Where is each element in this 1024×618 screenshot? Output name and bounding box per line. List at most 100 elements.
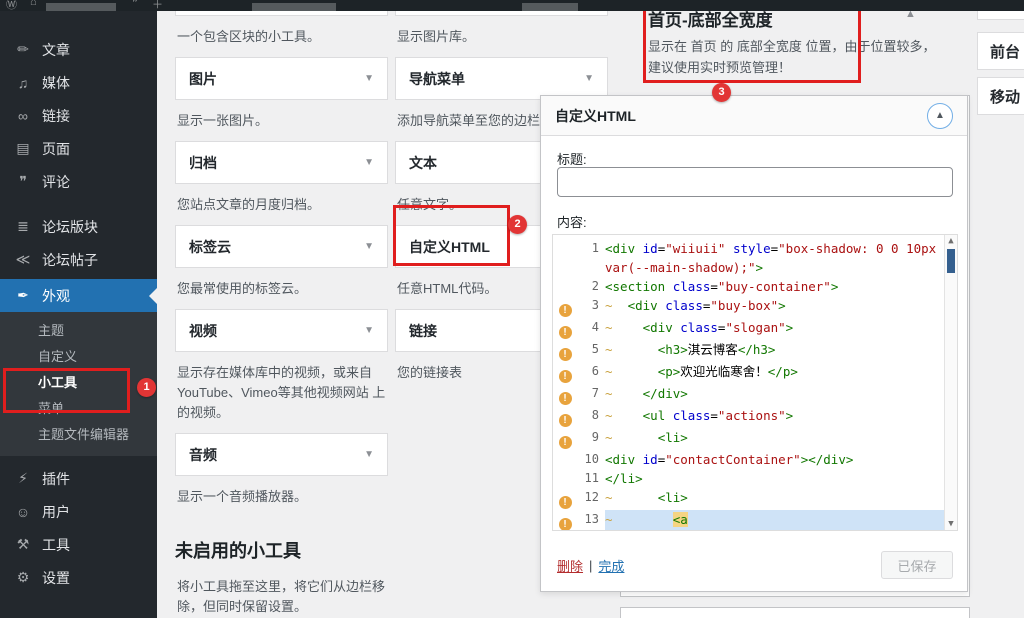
line-number: 12 [577,488,599,507]
submenu-item-customize[interactable]: 自定义 [0,344,157,370]
submenu-item-menus[interactable]: 菜单 [0,396,157,422]
sidebar-item-appearance[interactable]: ✒外观 [0,279,157,312]
code-text[interactable]: ~ <p>欢迎光临寒舍！</p> [605,362,944,384]
menu-top-gap [0,11,157,33]
code-token [613,430,658,445]
sidebar-item-plugins[interactable]: ⚡插件 [0,462,157,495]
code-text[interactable]: ~ <li> [605,428,944,450]
admin-sidebar-menu: ✏文章♫媒体∞链接▤页面❞评论 ≣论坛版块≪论坛帖子✒外观主题自定义小工具菜单主题… [0,11,157,618]
collapse-toggle-button[interactable]: ▲ [927,103,953,129]
sidebar-item-label: 论坛版块 [42,217,98,237]
sidebar-area-front[interactable]: 前台 [977,32,1024,70]
widget-archives[interactable]: 归档▼ [175,141,388,184]
widget-tag-cloud[interactable]: 标签云 ▼ [175,225,388,268]
wordpress-logo-icon[interactable]: Ⓦ [6,0,17,11]
widget-box-partial[interactable] [175,11,388,16]
pages-icon: ▤ [12,140,34,157]
sidebar-item-links[interactable]: ∞链接 [0,99,157,132]
comments-bubble-icon[interactable]: ❞ [132,0,138,9]
footer-separator: | [589,558,592,573]
code-token [635,452,643,467]
code-text[interactable]: ~ <h3>淇云博客</h3> [605,340,944,362]
sidebar-item-users[interactable]: ☺用户 [0,495,157,528]
chevron-up-icon: ▲ [935,110,945,121]
line-number: 5 [577,340,599,359]
code-token: <div [628,298,658,313]
admin-bar-item-partial[interactable] [522,3,578,11]
widget-name: 标签云 [189,237,231,257]
dropdown-arrow-icon[interactable]: ▼ [364,157,374,168]
code-text[interactable]: ~ <div class="buy-box"> [605,296,944,318]
scrollbar-down-icon[interactable]: ▼ [945,519,957,529]
widget-box-partial[interactable] [395,11,608,16]
sidebar-area-mobile[interactable]: 移动 [977,77,1024,115]
warning-icon: ! [559,436,572,449]
widget-image[interactable]: 图片▼ [175,57,388,100]
admin-bar-item-partial[interactable] [252,3,336,11]
code-text[interactable]: <div id="contactContainer"></div> [605,450,944,469]
code-token: ></div> [801,452,854,467]
sidebar-item-tools[interactable]: ⚒工具 [0,528,157,561]
line-gutter: !6 [553,362,605,384]
code-text[interactable]: ~ <li> [605,488,944,510]
code-text[interactable]: </li> [605,469,944,488]
sidebar-item-media[interactable]: ♫媒体 [0,66,157,99]
widget-video[interactable]: 视频▼ [175,309,388,352]
code-token [613,490,658,505]
dropdown-arrow-icon[interactable]: ▼ [364,449,374,460]
widget-audio[interactable]: 音频▼ [175,433,388,476]
scrollbar-thumb[interactable] [947,249,955,273]
submenu-item-themes[interactable]: 主题 [0,318,157,344]
sidebar-item-pages[interactable]: ▤页面 [0,132,157,165]
code-text[interactable]: <section class="buy-container"> [605,277,944,296]
sidebar-item-posts[interactable]: ✏文章 [0,33,157,66]
submenu-item-theme-editor[interactable]: 主题文件编辑器 [0,422,157,448]
scrollbar-up-icon[interactable]: ▲ [945,236,957,246]
warning-icon: ! [559,414,572,427]
widget-desc: 一个包含区块的小工具。 [177,27,386,47]
home-icon[interactable]: ⌂ [30,0,37,8]
sidebar-item-label: 链接 [42,106,70,126]
sidebar-item-forum-sections[interactable]: ≣论坛版块 [0,210,157,243]
widget-desc: 显示图片库。 [397,27,606,47]
code-text[interactable]: ~ <ul class="actions"> [605,406,944,428]
paintbrush-icon: ✒ [12,287,34,304]
site-name-partial[interactable] [46,3,116,11]
code-token [613,408,643,423]
code-token: <div [643,320,673,335]
saved-button[interactable]: 已保存 [881,551,953,579]
line-gutter: !4 [553,318,605,340]
tab-marker: ~ [605,320,613,335]
code-text[interactable]: ~ <a href="https://www.pengqi.club/yqlj/… [605,510,944,531]
warning-cell: ! [553,362,577,384]
user-icon: ☺ [12,504,34,520]
code-text[interactable]: ~ </div> [605,384,944,406]
sidebar-item-forum-posts[interactable]: ≪论坛帖子 [0,243,157,276]
sidebar-item-comments[interactable]: ❞评论 [0,165,157,198]
dropdown-arrow-icon[interactable]: ▼ [364,325,374,336]
warning-cell: ! [553,510,577,531]
code-text[interactable]: <div id="wiiuii" style="box-shadow: 0 0 … [605,239,944,277]
line-gutter: !9 [553,428,605,450]
code-line: !9~ <li> [553,428,944,450]
submenu-item-widgets[interactable]: 小工具 [0,370,157,396]
delete-link[interactable]: 删除 [557,556,583,575]
sidebar-item-settings[interactable]: ⚙设置 [0,561,157,594]
widget-nav-menu[interactable]: 导航菜单▼ [395,57,608,100]
code-editor[interactable]: 1<div id="wiiuii" style="box-shadow: 0 0… [552,234,958,531]
plus-new-icon[interactable]: ＋ [152,0,163,11]
tab-marker: ~ [605,490,613,505]
line-gutter: !8 [553,406,605,428]
tab-marker: ~ [605,386,613,401]
code-text[interactable]: ~ <div class="slogan"> [605,318,944,340]
warning-icon: ! [559,496,572,509]
dropdown-arrow-icon[interactable]: ▼ [584,73,594,84]
done-link[interactable]: 完成 [598,556,624,575]
widget-title-input[interactable] [557,167,953,197]
dropdown-arrow-icon[interactable]: ▼ [364,241,374,252]
code-token: <p> [658,364,681,379]
dropdown-arrow-icon[interactable]: ▼ [364,73,374,84]
inactive-widgets-desc: 将小工具拖至这里，将它们从边栏移除，但同时保留设置。 [177,577,386,617]
widget-desc: 显示一张图片。 [177,111,386,131]
code-token: <section [605,279,665,294]
